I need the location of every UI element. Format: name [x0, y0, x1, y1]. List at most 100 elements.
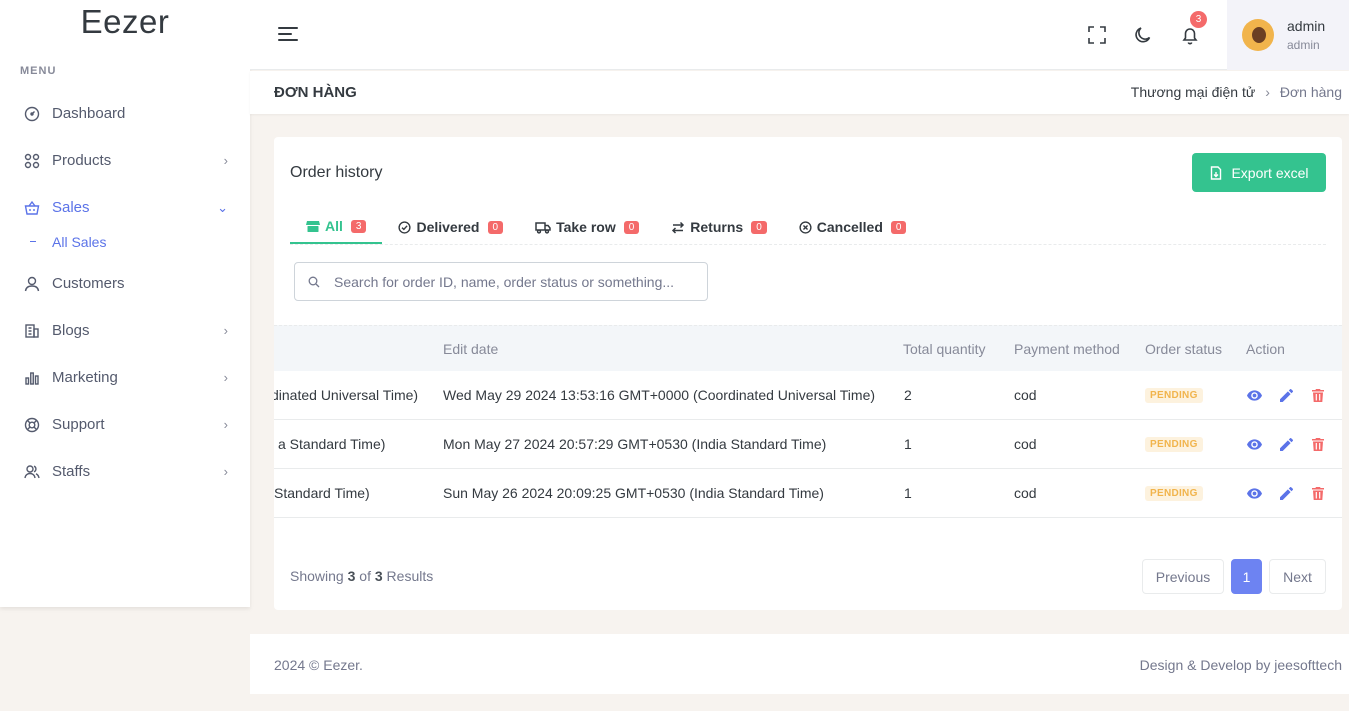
showing-prefix: Showing: [290, 568, 344, 584]
users-icon: [24, 464, 40, 480]
column-header-payment-method[interactable]: Payment method: [1014, 341, 1120, 357]
table-row: dinated Universal Time) Wed May 29 2024 …: [274, 371, 1342, 420]
sidebar-item-label: Dashboard: [52, 105, 126, 122]
cell-edit-date: Mon May 27 2024 20:57:29 GMT+0530 (India…: [443, 436, 827, 452]
copyright: 2024 © Eezer.: [274, 657, 363, 673]
sidebar: Eezer MENU Dashboard Products › Sales ⌄ …: [0, 0, 250, 607]
file-export-icon: [1209, 165, 1223, 180]
cell-quantity: 1: [904, 436, 912, 452]
chevron-right-icon: ›: [1265, 84, 1270, 100]
tab-delivered[interactable]: Delivered 0: [382, 210, 519, 244]
search-icon: [308, 276, 320, 288]
orders-table: Edit date Total quantity Payment method …: [274, 325, 1342, 519]
bell-icon[interactable]: 3: [1179, 11, 1207, 46]
view-eye-icon[interactable]: [1246, 387, 1262, 403]
table-header: Edit date Total quantity Payment method …: [274, 325, 1342, 371]
delete-trash-icon[interactable]: [1310, 387, 1326, 403]
previous-page-button[interactable]: Previous: [1142, 559, 1224, 594]
cell-payment-method: cod: [1014, 436, 1037, 452]
building-icon: [24, 323, 40, 339]
table-row: a Standard Time) Mon May 27 2024 20:57:2…: [274, 420, 1342, 469]
basket-icon: [24, 200, 40, 216]
tab-count-badge: 0: [487, 220, 504, 234]
status-badge: PENDING: [1145, 388, 1203, 403]
page-1-button[interactable]: 1: [1231, 559, 1262, 594]
sidebar-item-dashboard[interactable]: Dashboard: [0, 90, 250, 137]
cell-payment-method: cod: [1014, 485, 1037, 501]
fullscreen-icon[interactable]: [1086, 24, 1108, 46]
x-circle-icon: [799, 220, 812, 234]
search-box: [294, 262, 708, 301]
pagination: Previous 1 Next: [1135, 559, 1326, 594]
sidebar-nav: Dashboard Products › Sales ⌄ All Sales C…: [0, 90, 250, 495]
total-count: 3: [374, 568, 383, 584]
results-text: Results: [386, 568, 434, 584]
search-input[interactable]: [334, 273, 694, 290]
status-badge: PENDING: [1145, 486, 1203, 501]
tab-count-badge: 0: [890, 220, 907, 234]
column-header-order-status[interactable]: Order status: [1145, 341, 1222, 357]
tab-cancelled[interactable]: Cancelled 0: [783, 210, 923, 244]
page-header: ĐƠN HÀNG Thương mại điện tử › Đơn hàng: [250, 71, 1349, 114]
sidebar-item-marketing[interactable]: Marketing ›: [0, 354, 250, 401]
view-eye-icon[interactable]: [1246, 436, 1262, 452]
sidebar-subitem-label: All Sales: [52, 233, 107, 250]
delete-trash-icon[interactable]: [1310, 485, 1326, 501]
column-header-edit-date[interactable]: Edit date: [443, 341, 498, 357]
of-text: of: [359, 568, 371, 584]
bar-chart-icon: [24, 370, 40, 386]
sidebar-item-support[interactable]: Support ›: [0, 401, 250, 448]
tab-count-badge: 3: [350, 219, 367, 233]
order-history-card: Order history Export excel All 3 Deliver…: [274, 137, 1342, 610]
sidebar-item-label: Staffs: [52, 463, 91, 480]
cell-payment-method: cod: [1014, 387, 1037, 403]
view-eye-icon[interactable]: [1246, 485, 1262, 501]
menu-toggle-icon[interactable]: [278, 27, 300, 43]
topbar: 3 admin admin: [250, 0, 1349, 70]
sidebar-item-blogs[interactable]: Blogs ›: [0, 307, 250, 354]
user-menu[interactable]: admin admin: [1227, 0, 1349, 70]
user-icon: [24, 276, 40, 292]
tab-count-badge: 0: [751, 220, 767, 234]
sidebar-item-products[interactable]: Products ›: [0, 137, 250, 184]
moon-icon[interactable]: [1132, 24, 1154, 46]
edit-pencil-icon[interactable]: [1278, 387, 1294, 403]
sidebar-subitem-all-sales[interactable]: All Sales: [0, 223, 250, 260]
chevron-right-icon: ›: [223, 370, 228, 385]
footer: 2024 © Eezer. Design & Develop by jeesof…: [250, 634, 1349, 694]
user-role: admin: [1287, 38, 1320, 52]
sidebar-item-label: Customers: [52, 275, 125, 292]
export-excel-button[interactable]: Export excel: [1192, 153, 1326, 192]
sidebar-item-customers[interactable]: Customers: [0, 260, 250, 307]
brand-logo[interactable]: Eezer: [0, 0, 250, 44]
table-row: Standard Time) Sun May 26 2024 20:09:25 …: [274, 469, 1342, 518]
chevron-right-icon: ›: [223, 153, 228, 168]
tab-take-row[interactable]: Take row 0: [519, 210, 655, 244]
sidebar-item-label: Marketing: [52, 369, 118, 386]
breadcrumb-item[interactable]: Thương mại điện tử: [1131, 84, 1255, 100]
next-page-button[interactable]: Next: [1269, 559, 1326, 594]
delete-trash-icon[interactable]: [1310, 436, 1326, 452]
sidebar-item-label: Products: [52, 152, 112, 169]
sidebar-item-staffs[interactable]: Staffs ›: [0, 448, 250, 495]
arrows-swap-icon: [671, 221, 685, 234]
order-tabs: All 3 Delivered 0 Take row 0 Returns 0 C…: [290, 210, 1326, 245]
results-summary: Showing 3 of 3 Results: [290, 568, 433, 584]
tab-label: Delivered: [416, 219, 480, 235]
edit-pencil-icon[interactable]: [1278, 436, 1294, 452]
gauge-icon: [24, 106, 40, 122]
edit-pencil-icon[interactable]: [1278, 485, 1294, 501]
tab-label: All: [325, 218, 343, 234]
menu-title: MENU: [20, 65, 57, 77]
sidebar-item-label: Support: [52, 416, 105, 433]
shown-count: 3: [347, 568, 356, 584]
cell-created-date: dinated Universal Time): [274, 387, 419, 403]
cell-quantity: 1: [904, 485, 912, 501]
cell-created-date: a Standard Time): [278, 436, 386, 452]
cell-edit-date: Wed May 29 2024 13:53:16 GMT+0000 (Coord…: [443, 387, 876, 403]
tab-returns[interactable]: Returns 0: [655, 210, 782, 244]
card-title: Order history: [290, 164, 383, 181]
store-icon: [306, 219, 320, 233]
column-header-total-quantity[interactable]: Total quantity: [903, 341, 986, 357]
tab-all[interactable]: All 3: [290, 210, 383, 244]
